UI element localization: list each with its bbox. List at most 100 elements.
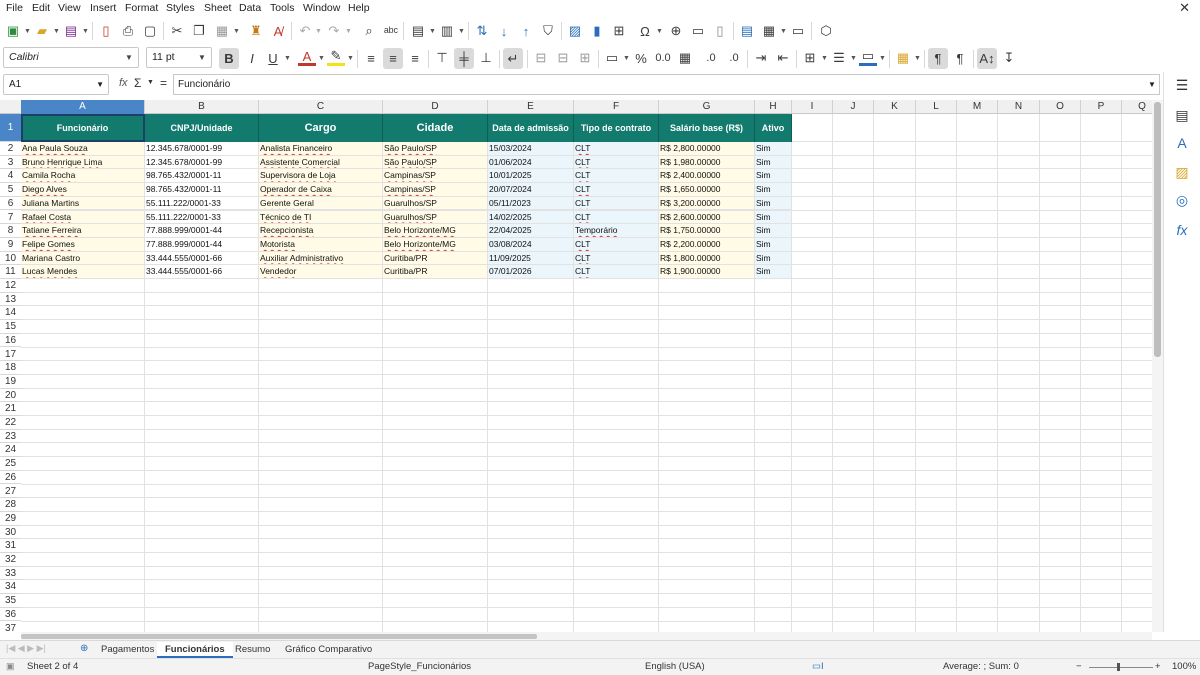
chevron-down-icon[interactable]: ▼	[284, 55, 291, 62]
table-cell[interactable]: 12.345.678/0001-99	[145, 155, 259, 170]
table-cell[interactable]: Sim	[755, 210, 792, 225]
column-header[interactable]: L	[916, 100, 957, 114]
table-cell[interactable]: Belo Horizonte/MG	[383, 237, 488, 252]
column-header[interactable]: D	[383, 100, 488, 114]
row-header[interactable]: 33	[0, 567, 21, 581]
row-icon[interactable]: ▤	[409, 22, 427, 40]
table-cell[interactable]: R$ 1,900.00000	[659, 265, 755, 279]
table-cell[interactable]: 77.888.999/0001-44	[145, 237, 259, 252]
row-header[interactable]: 28	[0, 498, 21, 512]
paste-icon[interactable]: ▦	[213, 22, 231, 40]
bold-icon[interactable]: B	[219, 48, 239, 69]
chevron-down-icon[interactable]: ▼	[623, 55, 630, 62]
table-cell[interactable]: 11/09/2025	[488, 251, 574, 266]
styles-icon[interactable]: A	[1173, 135, 1191, 153]
show-draw-functions-icon[interactable]: ⬡	[817, 22, 835, 40]
column-icon[interactable]: ▥	[438, 22, 456, 40]
chevron-down-icon[interactable]: ▼	[879, 55, 886, 62]
save-icon[interactable]: ▤	[62, 22, 80, 40]
row-header[interactable]: 5	[0, 183, 21, 197]
italic-icon[interactable]: I	[243, 49, 261, 67]
row-header[interactable]: 4	[0, 169, 21, 184]
table-cell[interactable]: Ana Paula Souza	[21, 142, 145, 156]
header-cell[interactable]: CNPJ/Unidade	[145, 114, 259, 142]
table-cell[interactable]: R$ 2,600.00000	[659, 210, 755, 225]
conditional-format-icon[interactable]: ▦	[894, 49, 912, 67]
copy-icon[interactable]: ❐	[190, 22, 208, 40]
number-format-icon[interactable]: 0.0	[654, 49, 672, 67]
table-cell[interactable]: 03/08/2024	[488, 237, 574, 252]
percent-format-icon[interactable]: %	[632, 49, 650, 67]
align-middle-icon[interactable]: ╪	[454, 48, 474, 69]
table-cell[interactable]: 22/04/2025	[488, 224, 574, 238]
table-cell[interactable]: Motorista	[259, 237, 383, 252]
row-header[interactable]: 25	[0, 457, 21, 471]
table-cell[interactable]: Temporário	[574, 224, 659, 238]
table-cell[interactable]: Operador de Caixa	[259, 183, 383, 197]
increase-indent-icon[interactable]: ⇥	[752, 49, 770, 67]
unmerge-cells-icon[interactable]: ⊞	[576, 49, 594, 67]
align-bottom-icon[interactable]: ⊥	[477, 49, 495, 67]
table-cell[interactable]: CLT	[574, 237, 659, 252]
row-header[interactable]: 1	[0, 114, 21, 142]
column-header[interactable]: C	[259, 100, 383, 114]
menu-file[interactable]: File	[6, 2, 23, 14]
column-header[interactable]: N	[998, 100, 1040, 114]
properties-icon[interactable]: ▤	[1173, 107, 1191, 125]
font-color-icon[interactable]: A	[298, 49, 316, 66]
menu-sheet[interactable]: Sheet	[204, 2, 231, 14]
table-cell[interactable]: Auxiliar Administrativo	[259, 251, 383, 266]
table-cell[interactable]: CLT	[574, 210, 659, 225]
menu-format[interactable]: Format	[125, 2, 158, 14]
clear-formatting-icon[interactable]: A̸	[269, 22, 287, 40]
table-cell[interactable]: 55.111.222/0001-33	[145, 210, 259, 225]
table-cell[interactable]: R$ 2,400.00000	[659, 169, 755, 184]
formula-input[interactable]: Funcionário	[173, 74, 1160, 95]
sort-descending-icon[interactable]: ↑	[517, 22, 535, 40]
table-cell[interactable]: CLT	[574, 183, 659, 197]
column-header[interactable]: K	[874, 100, 916, 114]
horizontal-scroll-thumb[interactable]	[21, 634, 537, 639]
table-cell[interactable]: 33.444.555/0001-66	[145, 251, 259, 266]
table-cell[interactable]: 98.765.432/0001-11	[145, 169, 259, 184]
decrease-indent-icon[interactable]: ⇤	[774, 49, 792, 67]
chevron-down-icon[interactable]: ▼	[120, 48, 138, 67]
chevron-down-icon[interactable]: ▼	[850, 55, 857, 62]
chevron-down-icon[interactable]: ▼	[347, 55, 354, 62]
row-header[interactable]: 11	[0, 265, 21, 279]
table-cell[interactable]: CLT	[574, 196, 659, 211]
table-cell[interactable]: Gerente Geral	[259, 196, 383, 211]
table-cell[interactable]: Analista Financeiro	[259, 142, 383, 156]
table-cell[interactable]: Campinas/SP	[383, 169, 488, 184]
chevron-down-icon[interactable]: ▼	[458, 28, 465, 35]
table-cell[interactable]: Vendedor	[259, 265, 383, 279]
header-cell[interactable]: Tipo de contrato	[574, 114, 659, 142]
table-cell[interactable]: R$ 3,200.00000	[659, 196, 755, 211]
column-header[interactable]: E	[488, 100, 574, 114]
horizontal-scrollbar[interactable]	[21, 632, 1152, 640]
table-cell[interactable]: R$ 1,750.00000	[659, 224, 755, 238]
freeze-rows-columns-icon[interactable]: ▦	[760, 22, 778, 40]
table-cell[interactable]: Sim	[755, 196, 792, 211]
chevron-down-icon[interactable]: ▼	[821, 55, 828, 62]
row-header[interactable]: 24	[0, 443, 21, 458]
table-cell[interactable]: R$ 1,650.00000	[659, 183, 755, 197]
table-cell[interactable]: Curitiba/PR	[383, 265, 488, 279]
table-cell[interactable]: R$ 2,800.00000	[659, 142, 755, 156]
selection-mode-icon[interactable]: ▭I	[812, 661, 824, 672]
split-window-icon[interactable]: ▭	[789, 22, 807, 40]
table-cell[interactable]: Tatiane Ferreira	[21, 224, 145, 238]
row-header[interactable]: 36	[0, 608, 21, 622]
chevron-down-icon[interactable]: ▼	[24, 28, 31, 35]
column-header[interactable]: F	[574, 100, 659, 114]
add-decimal-icon[interactable]: .0	[702, 49, 720, 67]
underline-icon[interactable]: U	[264, 49, 282, 67]
delete-decimal-icon[interactable]: .0	[725, 49, 743, 67]
row-header[interactable]: 19	[0, 375, 21, 389]
undo-icon[interactable]: ↶	[296, 22, 314, 40]
font-name-combobox[interactable]: Calibri ▼	[3, 47, 139, 68]
sort-ascending-icon[interactable]: ↓	[495, 22, 513, 40]
table-cell[interactable]: 15/03/2024	[488, 142, 574, 156]
header-cell[interactable]: Funcionário	[21, 114, 145, 142]
chevron-down-icon[interactable]: ▼	[345, 28, 352, 35]
